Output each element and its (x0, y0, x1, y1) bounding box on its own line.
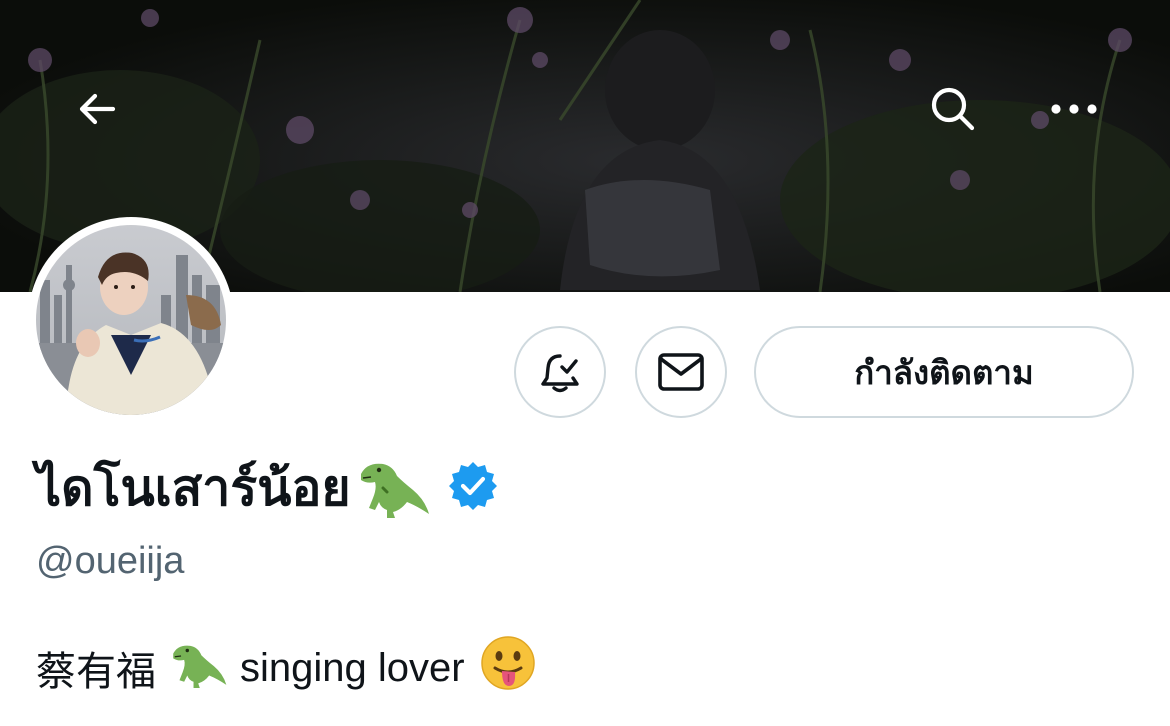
bio-text: singing lover (240, 645, 465, 690)
search-button[interactable] (914, 70, 992, 148)
search-icon (931, 87, 975, 131)
t-rex-emoji (357, 454, 431, 523)
notifications-button[interactable] (514, 326, 606, 418)
envelope-icon (658, 353, 704, 391)
more-options-button[interactable] (1035, 70, 1113, 148)
tongue-out-face-emoji (480, 636, 535, 700)
bell-check-icon (541, 354, 579, 393)
profile-page: กำลังติดตาม ไดโนเสาร์น้อย @oueiija 蔡有福 s… (0, 0, 1170, 726)
following-button-label: กำลังติดตาม (854, 352, 1034, 392)
avatar[interactable] (28, 217, 234, 423)
back-button[interactable] (58, 70, 136, 148)
display-name-row: ไดโนเสาร์น้อย (36, 448, 497, 528)
t-rex-emoji (170, 638, 228, 698)
following-button[interactable]: กำลังติดตาม (754, 326, 1134, 418)
display-name: ไดโนเสาร์น้อย (36, 458, 351, 517)
message-button[interactable] (635, 326, 727, 418)
bio-chinese-name: 蔡有福 (36, 650, 156, 694)
avatar-photo (36, 225, 226, 415)
more-horizontal-icon (1051, 104, 1097, 114)
profile-bio: 蔡有福 singing lover (36, 636, 535, 700)
verified-badge-icon[interactable] (448, 461, 497, 515)
arrow-left-icon (79, 93, 116, 125)
user-handle: @oueiija (36, 540, 185, 582)
